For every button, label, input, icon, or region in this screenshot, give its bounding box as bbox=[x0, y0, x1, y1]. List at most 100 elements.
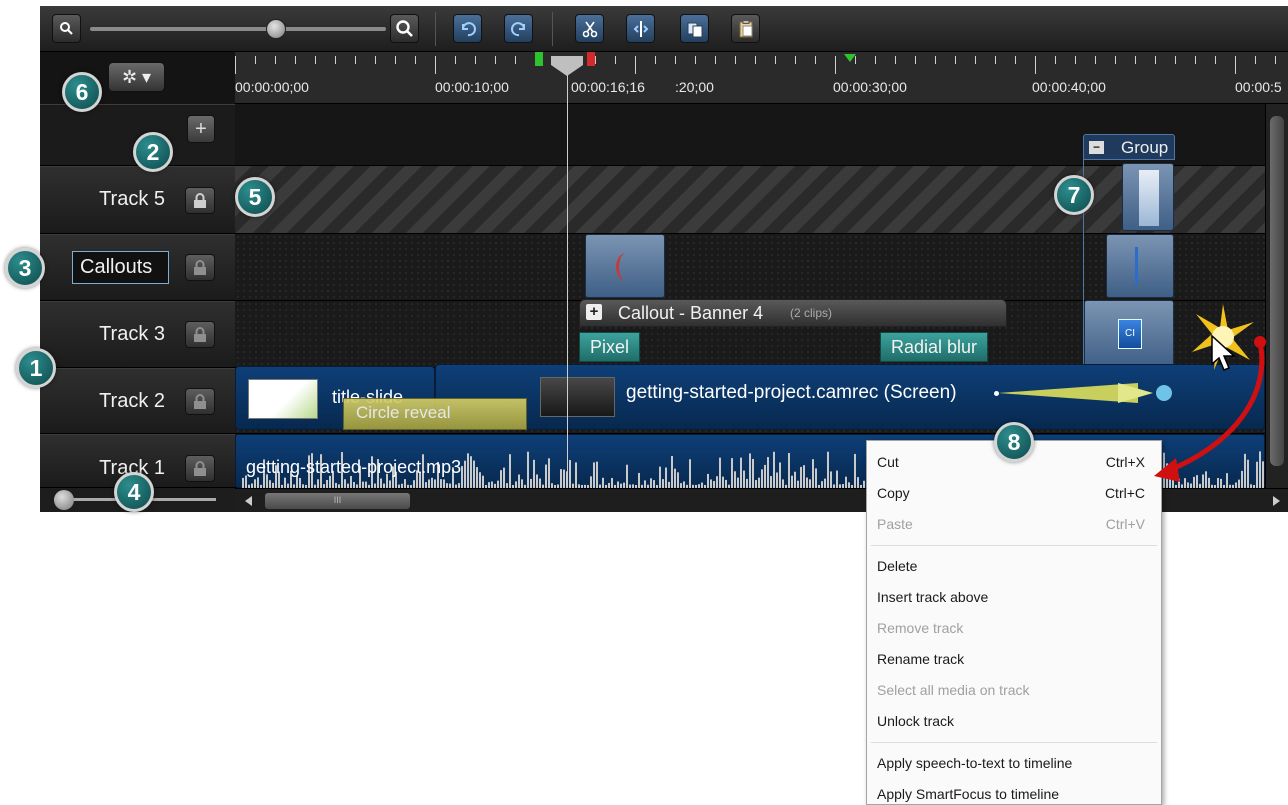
scroll-right-arrow[interactable] bbox=[1273, 496, 1280, 506]
ruler-tick bbox=[895, 56, 896, 64]
menu-item-label: Cut bbox=[877, 454, 899, 470]
track-lock-button[interactable] bbox=[185, 455, 215, 482]
waveform-bar bbox=[548, 458, 550, 489]
group-collapse-button[interactable]: − bbox=[1089, 141, 1104, 154]
menu-item-insert-track-above[interactable]: Insert track above bbox=[867, 582, 1161, 613]
callout-badge-4: 4 bbox=[114, 472, 154, 512]
ruler-tick bbox=[455, 56, 456, 64]
track-header-track-3[interactable]: Track 3 bbox=[40, 301, 235, 368]
clip-thumbnail bbox=[540, 377, 615, 417]
waveform-bar bbox=[509, 454, 511, 489]
zoom-out-button[interactable] bbox=[52, 14, 81, 43]
zoom-in-button[interactable] bbox=[390, 14, 419, 43]
track-header-track-5[interactable]: Track 5 bbox=[40, 166, 235, 234]
track-header-track-2[interactable]: Track 2 bbox=[40, 368, 235, 434]
redo-button[interactable] bbox=[504, 14, 533, 43]
playhead-line[interactable] bbox=[567, 58, 568, 488]
group-media-clip[interactable] bbox=[1106, 234, 1174, 298]
menu-item-copy[interactable]: Copy Ctrl+C bbox=[867, 478, 1161, 509]
ruler-tick bbox=[295, 56, 296, 64]
clip-thumbnail bbox=[1135, 247, 1138, 285]
ruler-tick bbox=[255, 56, 256, 64]
menu-item-rename-track[interactable]: Rename track bbox=[867, 644, 1161, 675]
track-name[interactable]: Track 3 bbox=[99, 323, 165, 346]
horizontal-scrollbar-thumb[interactable]: III bbox=[265, 493, 410, 509]
ruler-tick bbox=[1115, 56, 1116, 64]
track-name[interactable]: Track 2 bbox=[99, 390, 165, 413]
unlock-icon bbox=[194, 259, 206, 275]
waveform-bar bbox=[479, 472, 481, 489]
track-name[interactable]: Track 5 bbox=[99, 188, 165, 211]
clipboard-icon bbox=[739, 19, 752, 37]
waveform-bar bbox=[575, 462, 577, 489]
track-header-callouts[interactable]: Callouts bbox=[40, 234, 235, 301]
callout-expand-button[interactable]: + bbox=[586, 304, 602, 320]
callout-media-clip[interactable] bbox=[585, 234, 665, 298]
waveform-bar bbox=[593, 462, 595, 489]
pixel-transition[interactable]: Pixel bbox=[579, 332, 641, 362]
waveform-bar bbox=[563, 469, 565, 489]
ruler-tick bbox=[235, 56, 236, 74]
timeline-options-button[interactable]: ✲ ▾ bbox=[108, 62, 165, 92]
menu-item-smartfocus[interactable]: Apply SmartFocus to timeline bbox=[867, 779, 1161, 805]
ruler-tick bbox=[875, 56, 876, 64]
scissors-icon bbox=[582, 21, 597, 37]
toolbar-divider bbox=[435, 12, 436, 46]
zoom-slider-thumb[interactable] bbox=[266, 19, 287, 39]
track-lock-button[interactable] bbox=[185, 254, 215, 281]
callout-badge-8: 8 bbox=[994, 422, 1034, 462]
track-lock-button[interactable] bbox=[185, 321, 215, 348]
waveform-bar bbox=[674, 468, 676, 489]
split-icon bbox=[633, 20, 648, 37]
track-lock-button[interactable] bbox=[185, 187, 215, 214]
add-track-button[interactable]: + bbox=[187, 115, 215, 143]
ruler-tick bbox=[415, 56, 416, 64]
ruler-tick bbox=[1135, 56, 1136, 64]
waveform-bar bbox=[665, 467, 667, 489]
unlock-icon bbox=[194, 393, 206, 409]
zoom-slider[interactable] bbox=[90, 27, 386, 31]
group-media-clip[interactable] bbox=[1122, 163, 1174, 231]
vertical-scrollbar-thumb[interactable] bbox=[1270, 116, 1284, 466]
split-button[interactable] bbox=[626, 14, 655, 43]
menu-separator bbox=[871, 545, 1157, 546]
track-name-input[interactable]: Callouts bbox=[72, 251, 169, 284]
callout-group-header[interactable]: + Callout - Banner 4 (2 clips) bbox=[579, 299, 1007, 327]
undo-button[interactable] bbox=[453, 14, 482, 43]
ruler-tick bbox=[775, 56, 776, 64]
time-ruler[interactable]: 00:00:00;00 00:00:10;00 00:00:16;16 :20;… bbox=[235, 52, 1288, 104]
track-height-slider-thumb[interactable] bbox=[54, 490, 74, 510]
circle-reveal-transition[interactable]: Circle reveal bbox=[343, 398, 527, 430]
ruler-tick bbox=[795, 56, 796, 64]
timeline-window: ✲ ▾ 00:00:00;00 00:00:10;00 00:00:16;16 … bbox=[40, 6, 1288, 512]
waveform-bar bbox=[743, 470, 745, 489]
waveform-bar bbox=[794, 471, 796, 489]
cut-button[interactable] bbox=[575, 14, 604, 43]
radial-blur-transition[interactable]: Radial blur bbox=[880, 332, 989, 362]
waveform-bar bbox=[734, 471, 736, 489]
paste-button[interactable] bbox=[731, 14, 760, 43]
callout-shape-icon bbox=[616, 253, 636, 281]
group-header[interactable]: − Group bbox=[1083, 134, 1175, 160]
menu-item-remove-track: Remove track bbox=[877, 620, 964, 636]
waveform-bar bbox=[767, 457, 769, 489]
menu-item-unlock-track[interactable]: Unlock track bbox=[867, 706, 1161, 737]
copy-icon bbox=[687, 22, 702, 37]
selection-start-marker[interactable] bbox=[535, 52, 543, 66]
ruler-tick bbox=[695, 56, 696, 64]
waveform-bar bbox=[470, 456, 472, 489]
clip-thumbnail bbox=[1139, 170, 1159, 226]
ruler-tick bbox=[375, 56, 376, 64]
marker-icon[interactable] bbox=[844, 54, 856, 62]
waveform-bar bbox=[467, 453, 469, 489]
scroll-left-arrow[interactable] bbox=[245, 496, 252, 506]
waveform-bar bbox=[476, 467, 478, 489]
toolbar-divider bbox=[552, 12, 553, 46]
menu-item-speech-to-text[interactable]: Apply speech-to-text to timeline bbox=[867, 748, 1161, 779]
copy-button[interactable] bbox=[680, 14, 709, 43]
ruler-tick bbox=[635, 56, 636, 74]
track-lock-button[interactable] bbox=[185, 388, 215, 415]
menu-item-delete[interactable]: Delete bbox=[867, 551, 1161, 582]
selection-end-marker[interactable] bbox=[587, 52, 595, 66]
track-5-lane[interactable] bbox=[235, 166, 1265, 234]
